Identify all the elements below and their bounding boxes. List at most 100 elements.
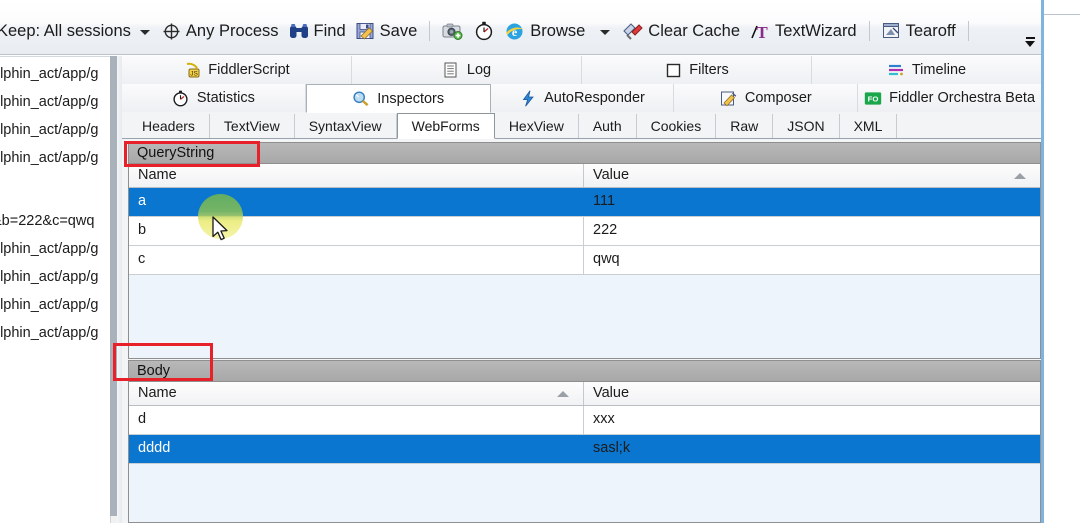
subtab-hexview[interactable]: HexView: [495, 114, 579, 138]
body-empty-area[interactable]: [129, 464, 1040, 522]
textwizard-icon: T: [750, 22, 770, 41]
body-col-name[interactable]: Name: [129, 382, 584, 405]
target-icon: [162, 22, 181, 41]
toolbar-overflow-chevron[interactable]: [1022, 33, 1038, 51]
screenshot-button[interactable]: [437, 17, 469, 45]
timer-button[interactable]: [469, 17, 499, 45]
any-process-button[interactable]: Any Process: [157, 17, 284, 45]
find-label: Find: [313, 21, 346, 40]
session-url-text: olphin_act/app/g: [0, 94, 99, 110]
subtab-webforms[interactable]: WebForms: [396, 113, 495, 139]
toolbar-separator-3: [967, 21, 969, 41]
querystring-row-name: b: [129, 217, 584, 245]
subtab-xml[interactable]: XML: [840, 114, 898, 138]
timeline-icon: [887, 62, 905, 78]
querystring-row-value: qwq: [593, 251, 620, 267]
clear-cache-button[interactable]: Clear Cache: [617, 17, 745, 45]
session-row[interactable]: olphin_act/app/g: [0, 324, 98, 343]
tab-fiddler-orchestra-beta[interactable]: FO Fiddler Orchestra Beta: [858, 84, 1041, 112]
session-row[interactable]: olphin_act/app/g: [0, 296, 98, 315]
fiddlerscript-icon: JS: [183, 62, 201, 78]
sessions-scrollbar-thumb[interactable]: [110, 56, 117, 516]
subtab-auth[interactable]: Auth: [579, 114, 637, 138]
autoresponder-icon: [519, 90, 537, 106]
table-row[interactable]: b 222: [129, 217, 1040, 246]
session-url-text: olphin_act/app/g: [0, 241, 99, 257]
subtab-cookies[interactable]: Cookies: [637, 114, 717, 138]
body-grid[interactable]: Name Value d xxx dddd sasl;k: [128, 382, 1041, 523]
browse-button[interactable]: e Browse: [499, 17, 617, 45]
querystring-row-value: 222: [593, 222, 618, 238]
binoculars-icon: [289, 23, 309, 40]
sessions-list[interactable]: olphin_act/app/g olphin_act/app/g olphin_a…: [0, 56, 110, 523]
tab-inspectors[interactable]: Inspectors: [305, 84, 491, 113]
session-row[interactable]: olphin_act/app/g: [0, 93, 98, 112]
textwizard-button[interactable]: T TextWizard: [745, 17, 862, 45]
save-button[interactable]: Save: [351, 17, 423, 45]
textwizard-label: TextWizard: [775, 21, 857, 40]
tab-log[interactable]: Log: [352, 56, 582, 84]
tab-autoresponder[interactable]: AutoResponder: [490, 84, 675, 112]
toolbar-separator-2: [868, 21, 870, 41]
querystring-grid[interactable]: Name Value a 111 b 222 c qwq: [128, 164, 1041, 359]
subtab-syntaxview[interactable]: SyntaxView: [295, 114, 397, 138]
right-outer-panel: [1044, 0, 1080, 523]
tab-label: Filters: [689, 62, 729, 78]
keep-sessions-label: Keep: All sessions: [0, 21, 131, 40]
querystring-empty-area[interactable]: [129, 275, 1040, 358]
querystring-col-value[interactable]: Value: [584, 164, 1040, 187]
find-button[interactable]: Find: [284, 17, 351, 45]
tab-fiddlerscript[interactable]: JS FiddlerScript: [122, 56, 352, 84]
table-row[interactable]: a 111: [129, 188, 1040, 217]
querystring-row-value: 111: [593, 193, 616, 209]
subtab-json[interactable]: JSON: [773, 114, 840, 138]
ie-browser-icon: e: [504, 22, 525, 41]
tab-label: Inspectors: [377, 90, 445, 107]
top-tab-strip: JS FiddlerScript Log Filters Timeline: [122, 56, 1041, 84]
session-row[interactable]: olphin_act/app/g: [0, 268, 98, 287]
toolbar-items: Keep: All sessions Any Process Find Save…: [0, 16, 976, 46]
session-url-text: olphin_act/app/g: [0, 325, 99, 341]
body-row-name: dddd: [129, 435, 584, 463]
tab-label: Log: [466, 62, 492, 78]
session-url-text: olphin_act/app/g: [0, 150, 99, 166]
any-process-label: Any Process: [185, 21, 279, 40]
svg-text:T: T: [756, 23, 768, 41]
inspectors-icon: [352, 91, 370, 107]
body-section-header: Body: [128, 360, 1041, 382]
session-row[interactable]: &b=222&c=qwq: [0, 212, 94, 231]
subtab-textview[interactable]: TextView: [210, 114, 295, 138]
body-col-value[interactable]: Value: [584, 382, 1040, 405]
table-row[interactable]: d xxx: [129, 406, 1040, 435]
session-url-text: olphin_act/app/g: [0, 122, 99, 138]
tearoff-button[interactable]: Tearoff: [877, 17, 961, 45]
session-row[interactable]: olphin_act/app/g: [0, 240, 98, 259]
table-row[interactable]: dddd sasl;k: [129, 435, 1040, 464]
querystring-col-name[interactable]: Name: [129, 164, 584, 187]
inspector-subtab-strip: Headers TextView SyntaxView WebForms HexView…: [122, 113, 1041, 139]
camera-icon: [442, 22, 464, 40]
session-url-text: &b=222&c=qwq: [0, 213, 95, 229]
tab-filters[interactable]: Filters: [582, 56, 812, 84]
tab-composer[interactable]: Composer: [674, 84, 859, 112]
tab-statistics[interactable]: Statistics: [122, 84, 306, 112]
tab-timeline[interactable]: Timeline: [812, 56, 1041, 84]
querystring-rows: a 111 b 222 c qwq: [129, 188, 1040, 275]
tab-label: Timeline: [911, 62, 967, 78]
session-row[interactable]: olphin_act/app/g: [0, 149, 98, 168]
session-row[interactable]: olphin_act/app/g: [0, 65, 98, 84]
body-row-value: xxx: [593, 411, 615, 427]
table-row[interactable]: c qwq: [129, 246, 1040, 275]
tearoff-icon: [882, 22, 901, 40]
filters-icon: [664, 62, 682, 78]
log-icon: [442, 62, 460, 78]
session-row[interactable]: olphin_act/app/g: [0, 121, 98, 140]
overflow-bar: [1025, 37, 1035, 39]
orchestra-icon: FO: [864, 90, 882, 106]
session-url-text: olphin_act/app/g: [0, 66, 99, 82]
right-outer-panel-top: [1044, 0, 1080, 15]
subtab-headers[interactable]: Headers: [128, 114, 210, 138]
keep-sessions-dropdown[interactable]: Keep: All sessions: [0, 17, 157, 45]
body-row-name: d: [129, 406, 584, 434]
subtab-raw[interactable]: Raw: [716, 114, 774, 138]
